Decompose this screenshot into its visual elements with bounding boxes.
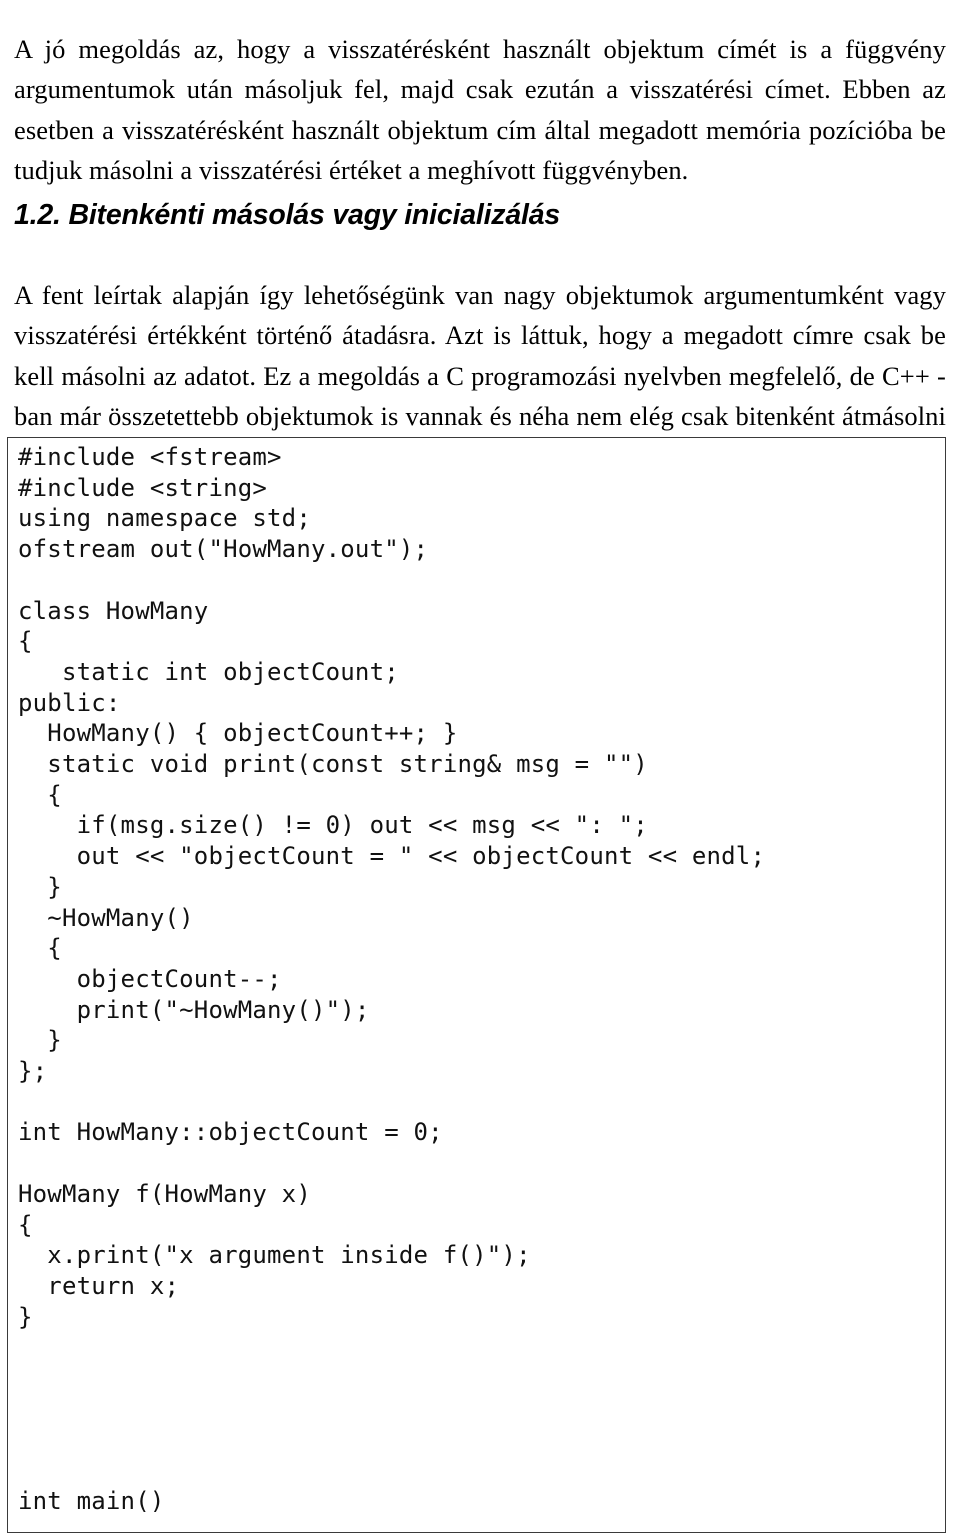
intro-paragraph: A jó megoldás az, hogy a visszatérésként… [14,33,953,186]
document-page: A jó megoldás az, hogy a visszatérésként… [0,0,960,1539]
section-heading: 1.2. Bitenkénti másolás vagy inicializál… [14,198,561,231]
code-listing-box: #include <fstream> #include <string> usi… [7,437,946,1533]
code-listing-text: #include <fstream> #include <string> usi… [18,443,766,1515]
